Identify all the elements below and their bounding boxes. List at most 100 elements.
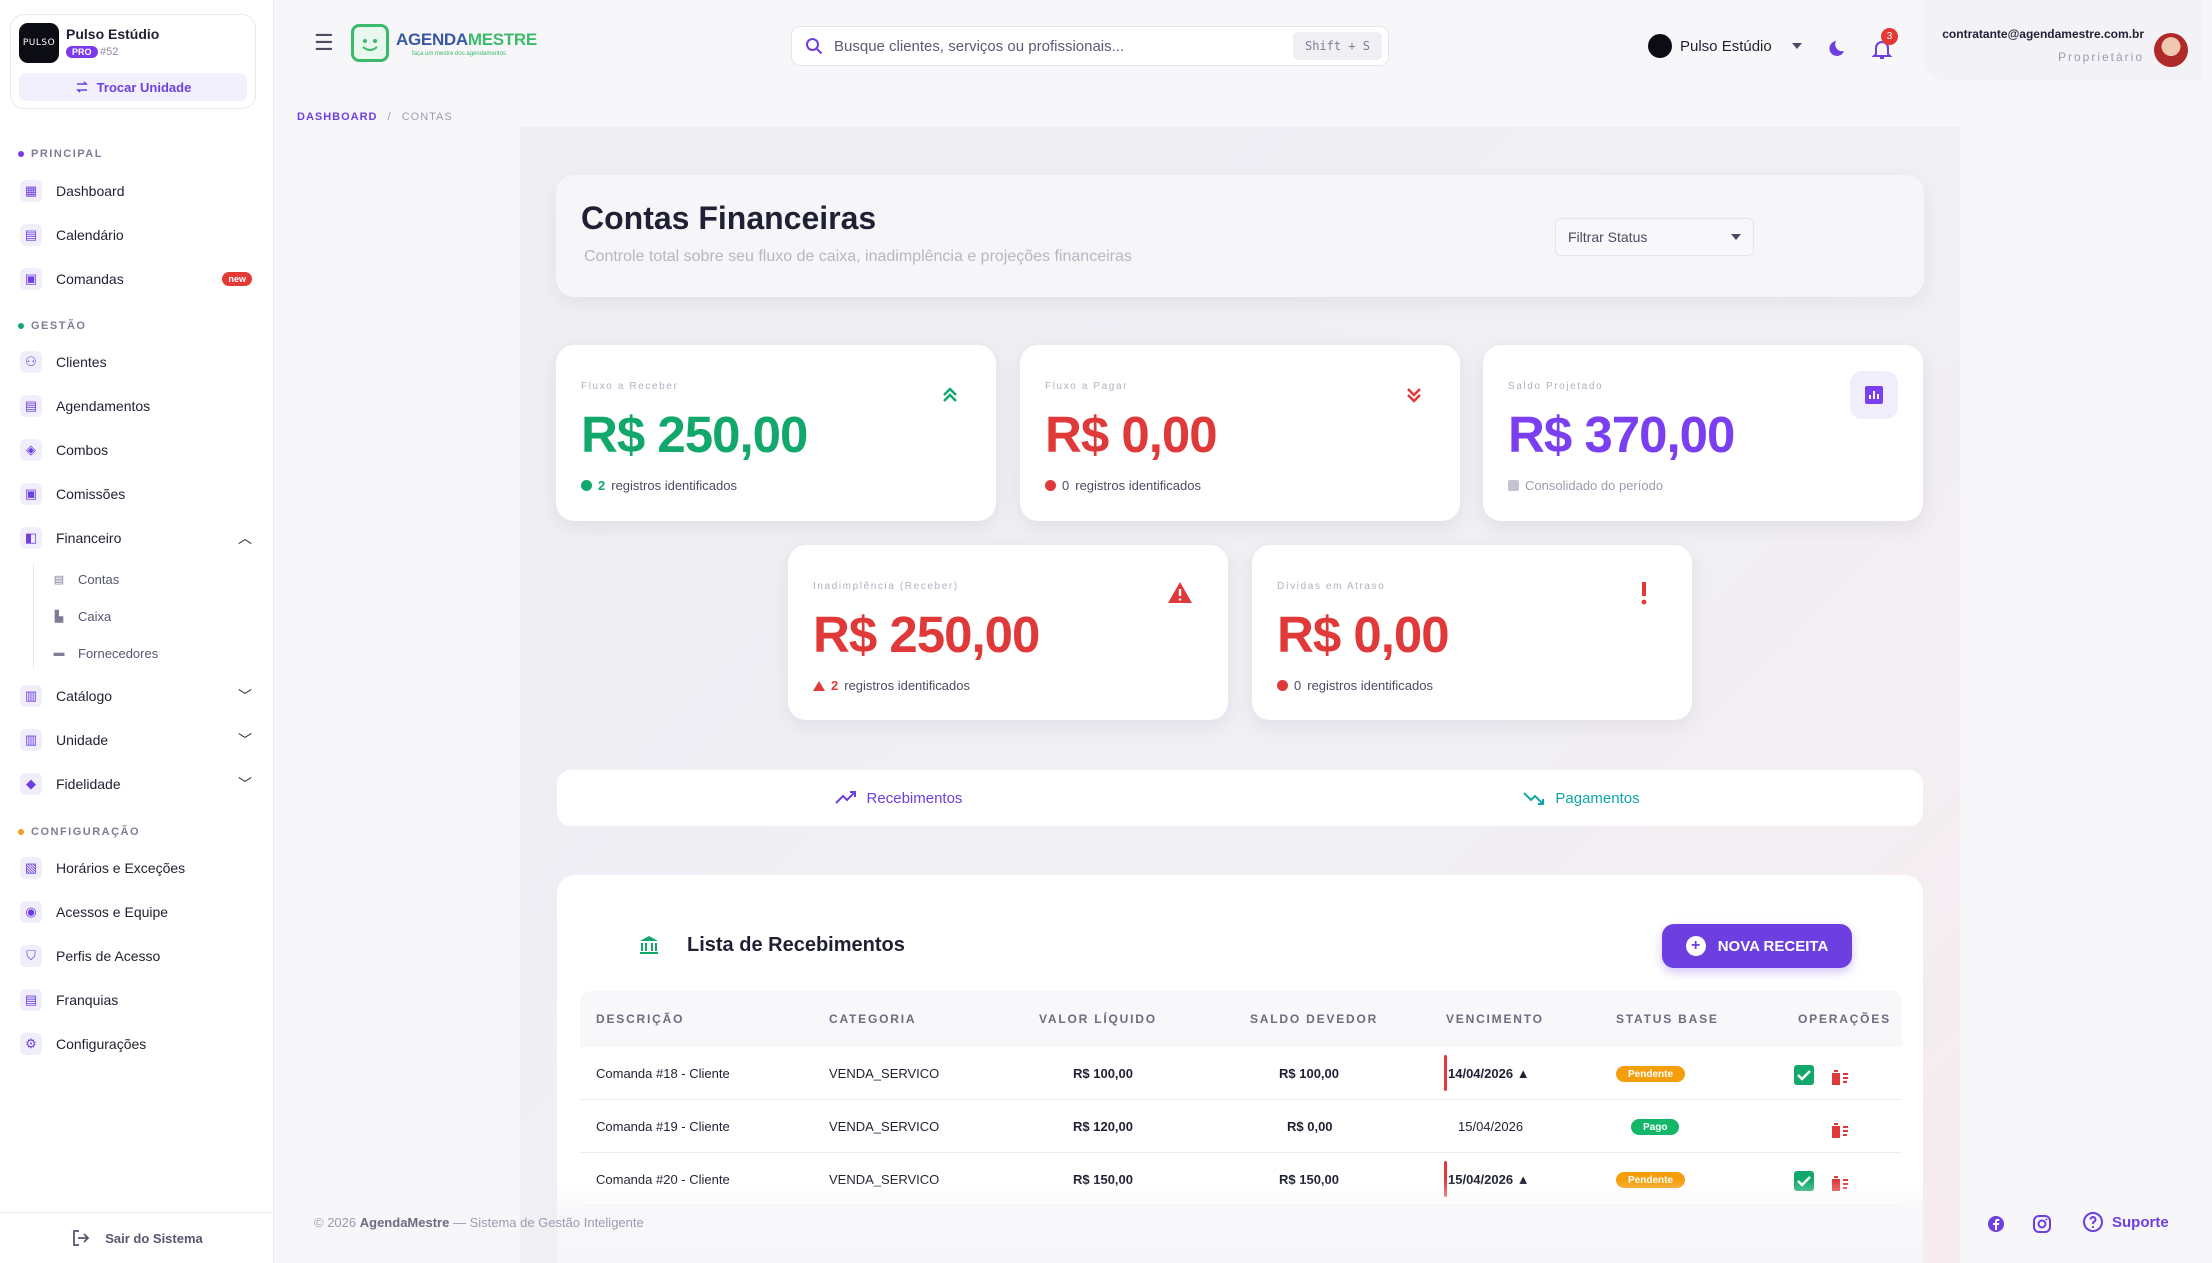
sidebar-subitem-fornecedores[interactable]: ▬ Fornecedores [52,640,159,666]
trending-up-icon [834,791,856,804]
support-link[interactable]: Suporte [2082,1211,2169,1233]
status-dot [1277,680,1288,691]
sidebar-subitem-caixa[interactable]: ▙ Caixa [52,603,111,629]
card-saldo-projetado: Saldo Projetado R$ 370,00 Consolidado do… [1483,345,1923,521]
card-footer: 2 registros identificados [581,478,737,493]
unit-number: #52 [100,46,119,58]
cell-categoria: VENDA_SERVICO [829,1066,940,1081]
cell-descricao: Comanda #18 - Cliente [596,1066,730,1081]
sidebar-item-agendamentos[interactable]: ▤ Agendamentos [20,389,252,423]
sidebar-item-clientes[interactable]: ⚇ Clientes [20,345,252,379]
support-label: Suporte [2112,1213,2169,1231]
logout-label: Sair do Sistema [105,1230,203,1246]
unit-avatar [1648,34,1672,58]
submenu-line [33,564,34,668]
status-badge: Pendente [1616,1066,1686,1082]
status-badge: Pago [1631,1119,1680,1135]
col-status: STATUS BASE [1616,1012,1719,1026]
sidebar: PULSO Pulso Estúdio PRO #52 Trocar Unida… [0,0,274,1263]
sidebar-item-financeiro[interactable]: ◧ Financeiro ︿ [20,521,252,555]
cell-categoria: VENDA_SERVICO [829,1119,940,1134]
caret-down-icon [1791,43,1802,49]
user-role: Proprietário [2057,50,2144,64]
unit-selector[interactable]: Pulso Estúdio [1648,34,1802,58]
user-email: contratante@agendamestre.com.br [1942,27,2144,41]
sidebar-item-horarios[interactable]: ▧ Horários e Exceções [20,851,252,885]
new-receipt-button[interactable]: + NOVA RECEITA [1662,924,1852,968]
sidebar-item-unidade[interactable]: ▥ Unidade ﹀ [20,723,252,757]
menu-icon[interactable]: ☰ [314,32,336,54]
sidebar-item-fidelidade[interactable]: ◆ Fidelidade ﹀ [20,767,252,801]
switch-unit-button[interactable]: Trocar Unidade [19,73,247,101]
sidebar-item-calendario[interactable]: ▤ Calendário [20,218,252,252]
chevron-up-icon: ︿ [238,530,252,546]
tabs: Recebimentos Pagamentos [557,770,1923,826]
table-row: Comanda #19 - Cliente VENDA_SERVICO R$ 1… [580,1100,1902,1153]
trending-down-icon [1523,792,1545,805]
double-chevron-up-icon [943,387,957,402]
section-principal: PRINCIPAL [18,148,103,160]
table-row: Comanda #18 - Cliente VENDA_SERVICO R$ 1… [580,1047,1902,1100]
page-subtitle: Controle total sobre seu fluxo de caixa,… [584,248,1132,265]
tab-pagamentos[interactable]: Pagamentos [1240,770,1923,826]
chevron-down-icon: ﹀ [238,732,252,748]
sidebar-item-comandas[interactable]: ▣ Comandas new [20,262,252,296]
sidebar-item-acessos[interactable]: ◉ Acessos e Equipe [20,895,252,929]
sidebar-item-catalogo[interactable]: ▥ Catálogo ﹀ [20,679,252,713]
sidebar-item-configuracoes[interactable]: ⚙ Configurações [20,1027,252,1061]
chevron-down-icon: ﹀ [238,776,252,792]
new-receipt-label: NOVA RECEITA [1717,937,1829,955]
confirm-icon[interactable] [1793,1064,1815,1086]
card-value: R$ 370,00 [1508,406,1735,463]
card-label: Fluxo a Pagar [1045,381,1129,392]
logo-icon [351,24,389,62]
cell-saldo: R$ 100,00 [1279,1066,1339,1081]
col-categoria: CATEGORIA [829,1012,917,1026]
search-bar: Shift + S [791,26,1389,66]
sidebar-item-franquias[interactable]: ▤ Franquias [20,983,252,1017]
delete-icon[interactable] [1828,1066,1850,1088]
section-gestao: GESTÃO [18,320,86,332]
card-fluxo-receber: Fluxo a Receber R$ 250,00 2 registros ide… [556,345,996,521]
logout-button[interactable]: Sair do Sistema [0,1212,274,1263]
col-descricao: DESCRIÇÃO [596,1012,685,1026]
calendar-icon [1508,480,1519,491]
card-dividas-atraso: Dívidas em Atraso R$ 0,00 0 registros ide… [1252,545,1692,720]
sidebar-item-comissoes[interactable]: ▣ Comissões [20,477,252,511]
warning-icon [813,680,825,691]
delete-icon[interactable] [1828,1119,1850,1141]
sidebar-item-dashboard[interactable]: ▦ Dashboard [20,174,252,208]
col-vencimento: VENCIMENTO [1446,1012,1544,1026]
sidebar-item-perfis[interactable]: ⛉ Perfis de Acesso [20,939,252,973]
user-menu[interactable]: contratante@agendamestre.com.br Propriet… [1924,0,2202,80]
cell-valor: R$ 120,00 [1073,1119,1133,1134]
cell-vencimento: 15/04/2026 [1458,1119,1524,1134]
warning-icon [1168,582,1192,603]
status-dot [1045,480,1056,491]
logo-tagline: faça um mestre dos agendamentos [412,51,507,57]
search-input[interactable] [834,27,1264,65]
help-icon [2083,1212,2103,1232]
plan-badge: PRO [66,46,98,58]
tab-label: Pagamentos [1555,789,1640,807]
sidebar-item-combos[interactable]: ◈ Combos [20,433,252,467]
status-filter[interactable]: Filtrar Status [1555,218,1754,256]
breadcrumb-current: CONTAS [401,111,453,123]
card-footer: 0 registros identificados [1045,478,1201,493]
tab-recebimentos[interactable]: Recebimentos [557,770,1240,826]
sidebar-subitem-contas[interactable]: ▤ Contas [52,566,119,592]
shield-icon: ⛉ [20,945,42,967]
instagram-icon[interactable] [2031,1213,2053,1235]
section-dot [18,151,24,157]
section-dot [18,829,24,835]
facebook-icon[interactable] [1985,1213,2007,1235]
unit-name: Pulso Estúdio [66,26,160,42]
chart-icon [1850,371,1898,419]
dashboard-icon: ▦ [20,180,42,202]
breadcrumb-dashboard[interactable]: DASHBOARD [297,111,378,123]
document-icon: ▤ [53,573,65,586]
exclamation-icon [1641,582,1647,605]
dark-mode-icon[interactable] [1829,38,1849,58]
caret-down-icon [1731,234,1741,240]
calendar-icon: ▤ [20,224,42,246]
